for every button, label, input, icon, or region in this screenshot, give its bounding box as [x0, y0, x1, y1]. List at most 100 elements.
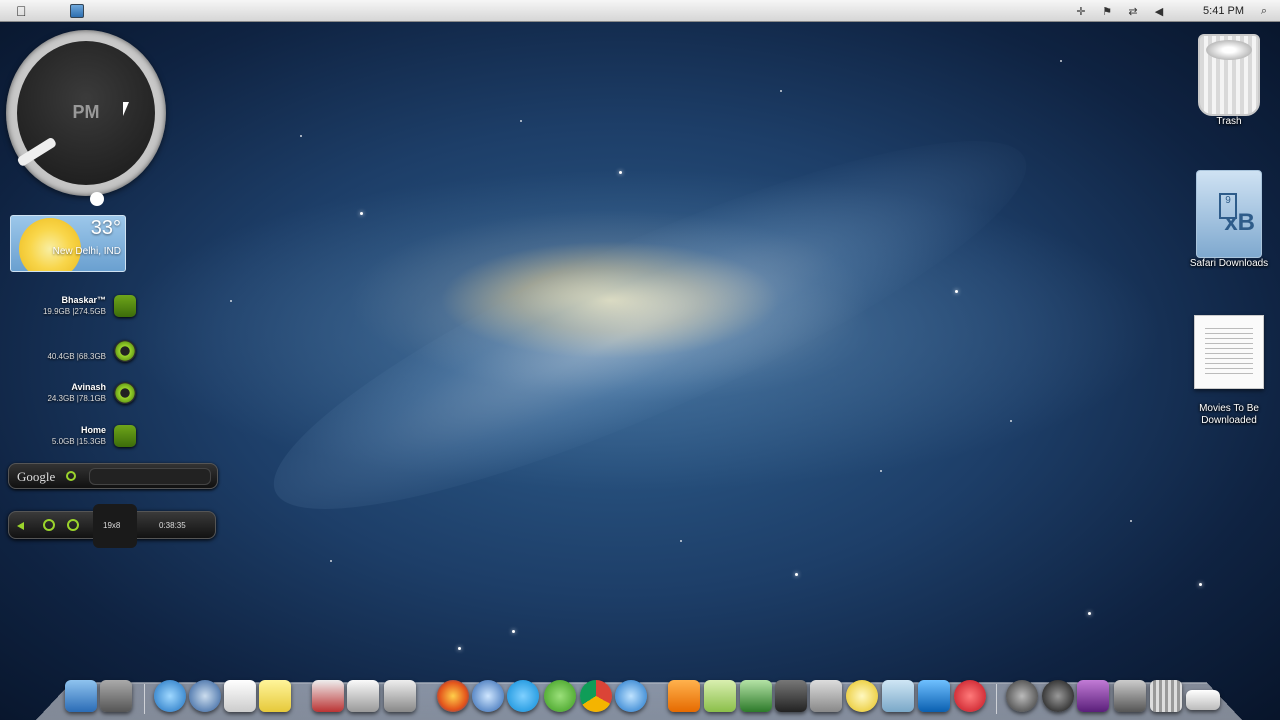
bird-icon[interactable] — [1006, 680, 1038, 712]
document-icon — [1194, 315, 1264, 389]
photo-booth-icon[interactable] — [1077, 680, 1109, 712]
star — [1130, 520, 1132, 522]
search-icon[interactable] — [66, 471, 76, 481]
star — [360, 212, 363, 215]
screen-share-icon[interactable] — [384, 680, 416, 712]
drive-item[interactable]: 40.4GB |68.3GB — [10, 340, 140, 372]
drive-item[interactable]: Bhaskar™ 19.9GB |274.5GB — [10, 295, 140, 327]
star — [1199, 583, 1202, 586]
desktop-icon-label: Movies To Be Downloaded — [1199, 403, 1259, 426]
folder-glyph: xB — [1224, 209, 1255, 236]
flag-icon[interactable]: ⚑ — [1101, 5, 1113, 18]
safari-icon[interactable] — [189, 680, 221, 712]
trash-icon[interactable] — [1150, 680, 1182, 712]
star — [780, 90, 782, 92]
power-icon[interactable] — [67, 519, 79, 531]
plus-icon[interactable]: ✛ — [1075, 5, 1087, 18]
system-value-left: 19x8 — [103, 521, 121, 530]
weather-temperature: 33° — [90, 217, 121, 239]
drive-usage: 40.4GB |68.3GB — [47, 352, 106, 361]
desktop-icon-safari-downloads[interactable]: 9 xB Safari Downloads — [1181, 170, 1277, 270]
drive-usage: 24.3GB |78.1GB — [47, 394, 106, 403]
document-icon[interactable] — [347, 680, 379, 712]
drive-name: Bhaskar™ — [61, 295, 106, 305]
clock-period: PM — [72, 102, 100, 122]
star — [1010, 420, 1012, 422]
star — [1060, 60, 1062, 62]
star — [458, 647, 461, 650]
menu-bar-clock[interactable]: 5:41 PM — [1203, 5, 1244, 17]
restart-icon[interactable] — [43, 519, 55, 531]
dock-separator — [144, 684, 145, 714]
star — [1088, 612, 1091, 615]
pen-icon[interactable] — [810, 680, 842, 712]
globe-icon[interactable] — [472, 680, 504, 712]
menu-bar-extras: ✛ ⚑ ⇄ ◀ 5:41 PM ⌕ — [1075, 0, 1270, 22]
vlc-icon[interactable] — [668, 680, 700, 712]
stickies-icon[interactable] — [259, 680, 291, 712]
gif-icon[interactable] — [740, 680, 772, 712]
drive-name: Avinash — [71, 382, 106, 392]
desktop-icon-movies[interactable]: Movies To Be Downloaded — [1181, 315, 1277, 427]
utorrent-icon[interactable] — [544, 680, 576, 712]
clock-dot — [90, 192, 104, 206]
desktop-icon-label: Safari Downloads — [1189, 258, 1269, 269]
firefox-icon[interactable] — [437, 680, 469, 712]
power-icon[interactable] — [1042, 680, 1074, 712]
back-arrow-icon[interactable] — [17, 522, 24, 530]
system-preferences-icon[interactable] — [100, 680, 132, 712]
finder-icon[interactable] — [65, 680, 97, 712]
windows-drive-icon — [114, 295, 136, 317]
dock-separator — [996, 684, 997, 714]
info-icon[interactable] — [882, 680, 914, 712]
desktop-icon-trash[interactable]: Trash — [1181, 34, 1277, 128]
quicktime-icon[interactable] — [154, 680, 186, 712]
usb-drive-icon — [114, 425, 136, 447]
mcafee-icon[interactable] — [954, 680, 986, 712]
system-controls-widget: 19x8 0:38:35 — [8, 504, 216, 548]
sun-icon — [19, 218, 81, 271]
drive-item[interactable]: Home 5.0GB |15.3GB — [10, 425, 140, 457]
star — [619, 171, 622, 174]
google-search-widget: Google — [8, 463, 218, 489]
star — [880, 470, 882, 472]
apple-icon[interactable]:  — [16, 3, 30, 19]
notes-icon[interactable] — [224, 680, 256, 712]
desktop-icon-label: Trash — [1216, 116, 1242, 127]
volume-icon[interactable]: ◀ — [1153, 5, 1165, 18]
desktop-icon[interactable] — [1186, 690, 1220, 710]
folder-icon: 9 xB — [1196, 170, 1262, 258]
star — [330, 560, 332, 562]
trash-icon — [1198, 34, 1260, 116]
network-icon[interactable]: ⇄ — [1127, 5, 1139, 18]
star — [300, 135, 302, 137]
chrome-icon[interactable] — [580, 680, 612, 712]
disk-icon — [114, 382, 136, 404]
disk-icon — [114, 340, 136, 362]
finder-icon[interactable] — [70, 3, 84, 18]
disc-icon[interactable] — [846, 680, 878, 712]
maps-icon[interactable] — [704, 680, 736, 712]
star — [230, 300, 232, 302]
weather-location: New Delhi, IND — [52, 246, 121, 257]
mouse-cursor-icon — [123, 102, 135, 116]
drive-name: Home — [80, 425, 106, 435]
spotlight-icon[interactable]: ⌕ — [1258, 5, 1270, 17]
weather-widget[interactable]: 33° New Delhi, IND — [10, 215, 126, 272]
photo-icon[interactable] — [312, 680, 344, 712]
system-value-right: 0:38:35 — [159, 521, 186, 530]
skype-icon[interactable] — [507, 680, 539, 712]
google-label: Google — [17, 469, 56, 484]
search-input[interactable] — [89, 468, 211, 485]
star — [680, 540, 682, 542]
itunes-icon[interactable] — [615, 680, 647, 712]
teamviewer-icon[interactable] — [918, 680, 950, 712]
drive-usage: 5.0GB |15.3GB — [51, 437, 106, 446]
star — [795, 573, 798, 576]
drive-item[interactable]: Avinash 24.3GB |78.1GB — [10, 382, 140, 414]
monitor-icon[interactable] — [1114, 680, 1146, 712]
clock-widget[interactable]: PM — [6, 30, 166, 206]
star — [512, 630, 515, 633]
wallpaper-galaxy — [240, 80, 1060, 570]
film-icon[interactable] — [775, 680, 807, 712]
